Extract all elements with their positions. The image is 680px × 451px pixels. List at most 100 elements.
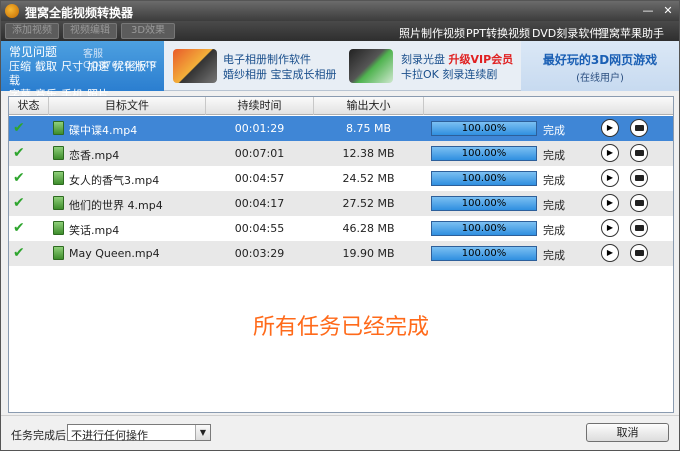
nav-photo-video[interactable]: 照片制作视频: [399, 25, 465, 41]
game-sub: (在线用户): [576, 73, 624, 84]
nav-dvd-burn[interactable]: DVD刻录软件: [532, 25, 600, 41]
col-progress: [424, 97, 673, 115]
status-text: 完成: [543, 124, 565, 137]
check-icon[interactable]: ✔: [13, 146, 27, 160]
file-name: 碟中谍4.mp4: [69, 124, 138, 137]
open-folder-icon[interactable]: [630, 144, 648, 162]
vip-upgrade-link[interactable]: 升级VIP会员: [449, 53, 514, 66]
file-name: May Queen.mp4: [69, 247, 160, 260]
file-name: 笑话.mp4: [69, 224, 120, 237]
duration: 00:04:55: [234, 222, 285, 235]
open-folder-icon[interactable]: [630, 194, 648, 212]
play-icon[interactable]: ▶: [601, 219, 619, 237]
game-title: 最好玩的3D网页游戏: [542, 53, 658, 67]
open-folder-icon[interactable]: [630, 119, 648, 137]
progress-bar: 100.00%: [431, 171, 537, 186]
app-window: 狸窝全能视频转换器 — ✕ 添加视频 视频编辑 3D效果 照片制作视频 PPT转…: [0, 0, 680, 451]
table-header: 状态 目标文件 持续时间 输出大小: [9, 97, 673, 115]
faq-title[interactable]: 常见问题: [9, 43, 57, 60]
video-edit-button[interactable]: 视频编辑: [63, 23, 117, 39]
promo-burn[interactable]: 刻录光盘 升级VIP会员 卡拉OK 刻录连续剧: [347, 41, 519, 91]
promo-burn-line1: 刻录光盘 升级VIP会员: [401, 53, 514, 66]
open-folder-icon[interactable]: [630, 169, 648, 187]
output-size: 12.38 MB: [342, 147, 395, 160]
check-icon[interactable]: ✔: [13, 246, 27, 260]
all-done-message: 所有任务已经完成: [252, 315, 429, 340]
open-folder-icon[interactable]: [630, 219, 648, 237]
play-icon[interactable]: ▶: [601, 119, 619, 137]
open-folder-icon[interactable]: [630, 244, 648, 262]
duration: 00:04:57: [234, 172, 285, 185]
table-row[interactable]: ✔ 恋香.mp4 00:07:01 12.38 MB 100.00% 完成 ▶: [9, 141, 673, 166]
duration: 00:01:29: [234, 122, 285, 135]
col-target-file[interactable]: 目标文件: [49, 97, 206, 115]
promo-game[interactable]: 最好玩的3D网页游戏 (在线用户): [521, 41, 679, 91]
window-title: 狸窝全能视频转换器: [25, 6, 134, 20]
faq-link[interactable]: 压缩: [9, 60, 31, 73]
chevron-down-icon[interactable]: ▼: [195, 425, 210, 440]
footer-bar: 任务完成后: 不进行任何操作 ▼ 取消: [1, 415, 679, 450]
video-file-icon: [53, 121, 64, 135]
add-video-button[interactable]: 添加视频: [5, 23, 59, 39]
faq-link[interactable]: 截取: [35, 60, 57, 73]
output-size: 24.52 MB: [342, 172, 395, 185]
table-row[interactable]: ✔ May Queen.mp4 00:03:29 19.90 MB 100.00…: [9, 241, 673, 266]
progress-text: 100.00%: [461, 148, 507, 159]
play-icon[interactable]: ▶: [601, 244, 619, 262]
app-logo-icon: [5, 4, 19, 18]
check-icon[interactable]: ✔: [13, 221, 27, 235]
promo-album[interactable]: 电子相册制作软件 婚纱相册 宝宝成长相册: [169, 41, 345, 91]
nav-ppt-video[interactable]: PPT转换视频: [466, 25, 530, 41]
check-icon[interactable]: ✔: [13, 196, 27, 210]
promo-album-line2: 婚纱相册 宝宝成长相册: [223, 68, 337, 81]
after-task-value: 不进行任何操作: [71, 429, 148, 442]
video-file-icon: [53, 171, 64, 185]
progress-bar: 100.00%: [431, 221, 537, 236]
progress-text: 100.00%: [461, 173, 507, 184]
status-text: 完成: [543, 149, 565, 162]
ad-banner: 常见问题 客服QQ876292449 压缩 截取 尺寸 加速 优化版下载 字幕 音乐 手机照…: [1, 41, 679, 101]
table-row[interactable]: ✔ 他们的世界 4.mp4 00:04:17 27.52 MB 100.00% …: [9, 191, 673, 216]
status-text: 完成: [543, 224, 565, 237]
output-size: 27.52 MB: [342, 197, 395, 210]
cancel-button[interactable]: 取消: [586, 423, 669, 442]
table-row[interactable]: ✔ 女人的香气3.mp4 00:04:57 24.52 MB 100.00% 完…: [9, 166, 673, 191]
table-row[interactable]: ✔ 碟中谍4.mp4 00:01:29 8.75 MB 100.00% 完成 ▶: [9, 116, 673, 141]
col-duration[interactable]: 持续时间: [206, 97, 314, 115]
play-icon[interactable]: ▶: [601, 169, 619, 187]
faq-link[interactable]: 优化版下载: [9, 60, 157, 87]
output-size: 8.75 MB: [345, 122, 392, 135]
progress-text: 100.00%: [461, 198, 507, 209]
close-icon[interactable]: ✕: [661, 4, 675, 18]
play-icon[interactable]: ▶: [601, 144, 619, 162]
progress-bar: 100.00%: [431, 246, 537, 261]
file-name: 恋香.mp4: [69, 149, 120, 162]
faq-link[interactable]: 加速: [87, 60, 109, 73]
duration: 00:03:29: [234, 247, 285, 260]
3d-effect-button[interactable]: 3D效果: [121, 23, 175, 39]
minimize-icon[interactable]: —: [641, 4, 655, 18]
duration: 00:07:01: [234, 147, 285, 160]
status-text: 完成: [543, 174, 565, 187]
video-file-icon: [53, 196, 64, 210]
progress-text: 100.00%: [461, 223, 507, 234]
output-size: 46.28 MB: [342, 222, 395, 235]
faq-link[interactable]: 尺寸: [61, 60, 83, 73]
faq-panel: 常见问题 客服QQ876292449 压缩 截取 尺寸 加速 优化版下载 字幕 音乐 手机照…: [1, 41, 164, 101]
file-name: 女人的香气3.mp4: [69, 174, 160, 187]
col-status[interactable]: 状态: [9, 97, 49, 115]
nav-apple-helper[interactable]: 狸窝苹果助手: [598, 25, 664, 41]
table-row[interactable]: ✔ 笑话.mp4 00:04:55 46.28 MB 100.00% 完成 ▶: [9, 216, 673, 241]
check-icon[interactable]: ✔: [13, 121, 27, 135]
after-task-select[interactable]: 不进行任何操作 ▼: [67, 424, 211, 442]
play-icon[interactable]: ▶: [601, 194, 619, 212]
progress-text: 100.00%: [461, 248, 507, 259]
promo-burn-line2: 卡拉OK 刻录连续剧: [401, 68, 498, 81]
toolbar: 添加视频 视频编辑 3D效果 照片制作视频 PPT转换视频 DVD刻录软件 狸窝…: [1, 21, 679, 41]
check-icon[interactable]: ✔: [13, 171, 27, 185]
progress-bar: 100.00%: [431, 196, 537, 211]
status-text: 完成: [543, 249, 565, 262]
col-output-size[interactable]: 输出大小: [314, 97, 424, 115]
progress-text: 100.00%: [461, 123, 507, 134]
after-task-label: 任务完成后:: [11, 429, 70, 442]
